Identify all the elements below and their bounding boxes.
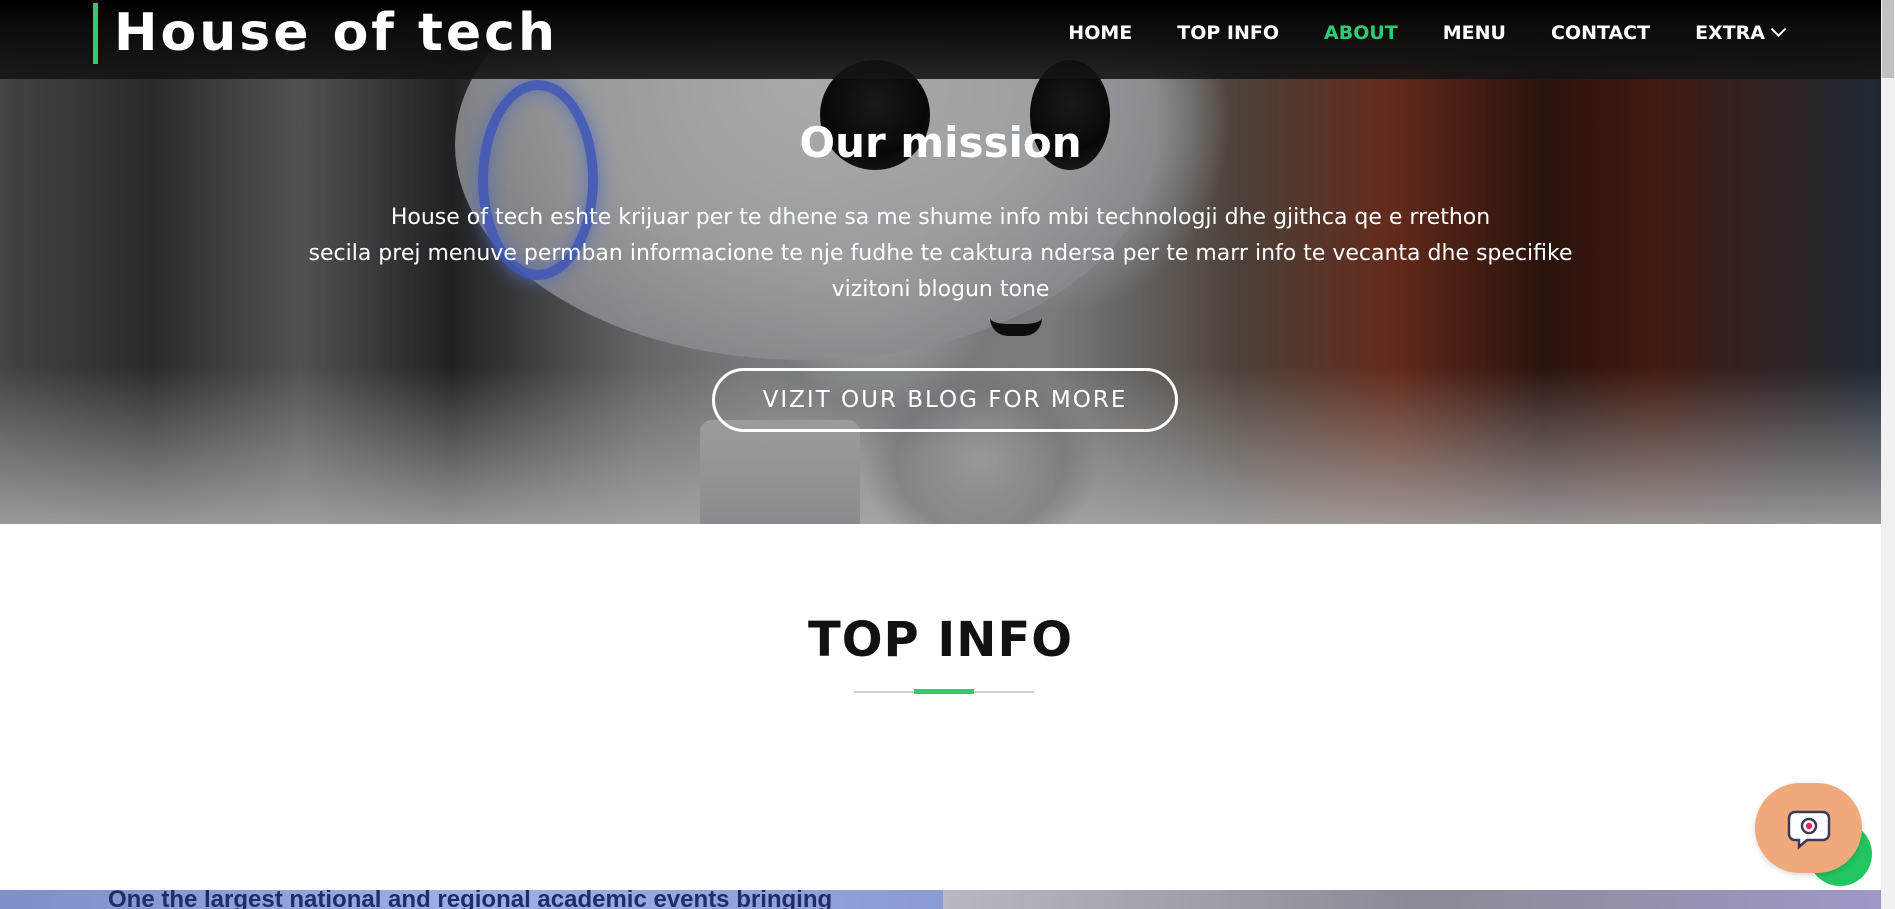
nav-item-label: TOP INFO xyxy=(1177,22,1280,44)
chevron-down-icon xyxy=(1770,20,1787,37)
nav-item-label: CONTACT xyxy=(1550,22,1651,44)
hero-title: Our mission xyxy=(799,118,1082,167)
navbar: House of tech HOME TOP INFO ABOUT MENU C… xyxy=(0,0,1881,79)
chat-widget-button[interactable] xyxy=(1755,783,1862,873)
hero-description: House of tech eshte krijuar per te dhene… xyxy=(0,200,1881,308)
main-nav: HOME TOP INFO ABOUT MENU CONTACT EXTRA xyxy=(1023,18,1787,48)
section-divider-accent xyxy=(914,689,974,694)
nav-item-label: HOME xyxy=(1068,22,1133,44)
section-title: TOP INFO xyxy=(807,612,1074,668)
nav-item-menu[interactable]: MENU xyxy=(1443,22,1506,44)
site-logo[interactable]: House of tech xyxy=(114,2,558,64)
nav-item-label: EXTRA xyxy=(1695,22,1765,44)
nav-item-home[interactable]: HOME xyxy=(1068,22,1132,44)
nav-item-label: MENU xyxy=(1442,22,1506,44)
page-scrollbar-track[interactable] xyxy=(1881,0,1895,909)
nav-item-about[interactable]: ABOUT xyxy=(1324,22,1398,44)
nav-item-label: ABOUT xyxy=(1324,22,1398,44)
nav-item-top-info[interactable]: TOP INFO xyxy=(1177,22,1279,44)
page-scrollbar-thumb[interactable] xyxy=(1882,0,1894,78)
next-section-preview: One the largest national and regional ac… xyxy=(0,890,1881,909)
preview-text: One the largest national and regional ac… xyxy=(108,890,833,909)
logo-accent-bar xyxy=(93,3,98,64)
visit-blog-button[interactable]: VIZIT OUR BLOG FOR MORE xyxy=(712,368,1178,432)
hero-description-line: vizitoni blogun tone xyxy=(831,277,1050,302)
preview-right-image xyxy=(943,890,1881,909)
nav-item-contact[interactable]: CONTACT xyxy=(1551,22,1650,44)
hero-description-line: House of tech eshte krijuar per te dhene… xyxy=(390,205,1491,230)
nav-item-extra[interactable]: EXTRA xyxy=(1695,20,1787,44)
hero-description-line: secila prej menuve permban informacione … xyxy=(308,241,1573,266)
chat-bubble-icon xyxy=(1787,810,1830,850)
